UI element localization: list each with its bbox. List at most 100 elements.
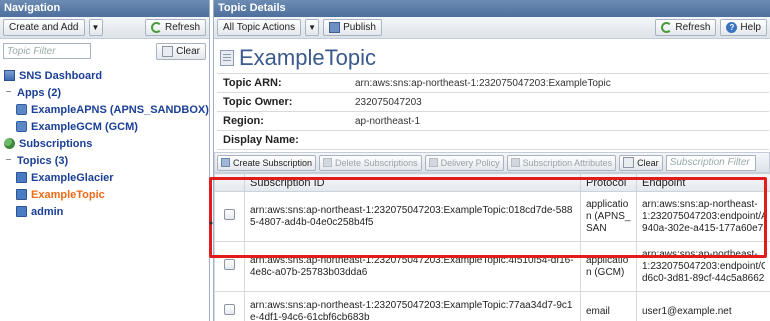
tree-label: ExampleGCM (GCM) [31,120,138,133]
endpoint-cell: arn:aws:sns:ap-northeast- 1:232075047203:… [636,191,770,242]
prop-value: ap-northeast-1 [355,115,421,127]
prop-key: Display Name: [223,134,299,146]
all-topic-actions-label: All Topic Actions [223,22,296,33]
table-row[interactable]: arn:aws:sns:ap-northeast-1:232075047203:… [214,241,770,292]
publish-button[interactable]: Publish [323,19,382,36]
prop-row-arn: Topic ARN: arn:aws:sns:ap-northeast-1:232… [217,74,769,93]
row-select-cell [214,291,245,321]
all-topic-actions-button[interactable]: All Topic Actions [217,19,302,36]
attributes-icon [510,158,520,167]
tree-label: Topics (3) [17,154,69,167]
create-subscription-button[interactable]: Create Subscription [217,154,317,171]
subs-clear-label: Clear [637,157,659,168]
tree-label: SNS Dashboard [19,69,103,82]
tree-item-topic-exampleglacier[interactable]: ExampleGlacier [4,169,205,186]
subscriptions-table: Subscription ID Protocol Endpoint arn:aw… [214,173,770,321]
tree-label: ExampleAPNS (APNS_SANDBOX) [31,103,209,116]
publish-icon [329,22,341,33]
prop-key: Topic ARN: [223,77,282,89]
delivery-policy-button[interactable]: Delivery Policy [424,154,504,171]
collapse-icon[interactable]: − [4,87,13,98]
all-topic-actions-dropdown[interactable]: ▼ [305,19,320,36]
endpoint-line: 1:232075047203:endpoint/G [642,260,765,272]
row-select-cell [214,191,245,242]
navigation-tree: SNS Dashboard − Apps (2) ExampleAPNS (APN… [0,63,209,224]
table-row[interactable]: arn:aws:sns:ap-northeast-1:232075047203:… [214,291,770,321]
navigation-panel: Navigation Create and Add ▼ Refresh Clea… [0,0,210,321]
subscriptions-toolbar: Create Subscription Delete Subscriptions… [214,152,770,173]
tree-item-app-gcm[interactable]: ExampleGCM (GCM) [4,118,205,135]
protocol-cell: application (APNS_SAN [580,191,637,242]
clear-icon [162,45,174,57]
endpoint-line: arn:aws:sns:ap-northeast- [642,198,758,210]
tree-item-app-apns[interactable]: ExampleAPNS (APNS_SANDBOX) [4,101,209,118]
add-icon [221,158,230,167]
tree-item-subscriptions[interactable]: Subscriptions [4,135,205,152]
endpoint-line: arn:aws:sns:ap-northeast- [642,248,758,260]
topic-icon [16,172,27,183]
table-header-row: Subscription ID Protocol Endpoint [214,173,770,192]
row-checkbox[interactable] [224,209,235,220]
chevron-down-icon: ▼ [308,23,317,32]
row-checkbox[interactable] [224,304,235,315]
topic-filter-input[interactable] [3,43,91,59]
dashboard-icon [4,70,15,81]
row-checkbox[interactable] [224,259,235,270]
page-title: ExampleTopic [239,45,376,70]
topic-icon [16,189,27,200]
endpoint-column-header[interactable]: Endpoint [636,173,770,192]
protocol-cell: email [580,291,637,321]
delete-subscriptions-button[interactable]: Delete Subscriptions [319,154,422,171]
create-and-add-dropdown[interactable]: ▼ [88,19,103,36]
prop-key: Region: [223,115,264,127]
app-icon [16,104,27,115]
endpoint-cell: user1@example.net [636,291,770,321]
details-refresh-label: Refresh [675,22,711,33]
subs-clear-button[interactable]: Clear [619,154,663,171]
collapse-icon[interactable]: − [4,155,13,166]
tree-label: admin [31,205,64,218]
subscription-id-cell: arn:aws:sns:ap-northeast-1:232075047203:… [244,191,581,242]
endpoint-line: user1@example.net [642,305,732,317]
prop-row-display-name: Display Name: [217,131,769,150]
prop-key: Topic Owner: [223,96,293,108]
endpoint-cell: arn:aws:sns:ap-northeast- 1:232075047203:… [636,241,770,292]
protocol-column-header[interactable]: Protocol [580,173,637,192]
nav-refresh-button[interactable]: Refresh [144,19,206,36]
create-and-add-button[interactable]: Create and Add [3,19,85,36]
tree-label: Subscriptions [19,137,93,150]
topic-details-panel: Topic Details All Topic Actions ▼ Publis… [213,0,770,321]
subscription-attributes-button[interactable]: Subscription Attributes [506,154,617,171]
tree-label: ExampleTopic [31,188,105,201]
topic-details-toolbar: All Topic Actions ▼ Publish Refresh ? Hel… [214,17,770,39]
app-icon [16,121,27,132]
row-marker-icon: ● [209,220,214,227]
subscription-id-cell: arn:aws:sns:ap-northeast-1:232075047203:… [244,291,581,321]
endpoint-line: d6c0-3d81-89cf-44c5a8662 [642,272,765,284]
navigation-toolbar: Create and Add ▼ Refresh [0,17,209,39]
nav-refresh-label: Refresh [164,22,200,33]
clear-icon [623,157,635,168]
prop-value: 232075047203 [355,96,422,108]
row-select-cell [214,241,245,292]
subscription-id-column-header[interactable]: Subscription ID [244,173,581,192]
publish-label: Publish [343,22,376,33]
tree-item-topics[interactable]: − Topics (3) [4,152,205,169]
details-refresh-button[interactable]: Refresh [655,19,717,36]
prop-row-region: Region: ap-northeast-1 [217,112,769,131]
prop-value: arn:aws:sns:ap-northeast-1:232075047203:… [355,77,611,89]
topic-filter-row: Clear [0,39,209,63]
help-button[interactable]: ? Help [720,19,767,36]
delivery-policy-label: Delivery Policy [440,157,500,168]
tree-item-sns-dashboard[interactable]: SNS Dashboard [4,67,205,84]
tree-item-topic-exampletopic[interactable]: ExampleTopic [4,186,205,203]
subscription-filter-input[interactable] [665,154,756,171]
tree-item-apps[interactable]: − Apps (2) [4,84,205,101]
endpoint-line: 1:232075047203:endpoint/A [642,210,765,222]
tree-item-topic-admin[interactable]: admin [4,203,205,220]
nav-clear-button[interactable]: Clear [156,42,206,60]
navigation-header: Navigation [0,0,209,17]
create-and-add-label: Create and Add [9,22,79,33]
table-row[interactable]: arn:aws:sns:ap-northeast-1:232075047203:… [214,191,770,242]
select-column-header [214,173,245,192]
